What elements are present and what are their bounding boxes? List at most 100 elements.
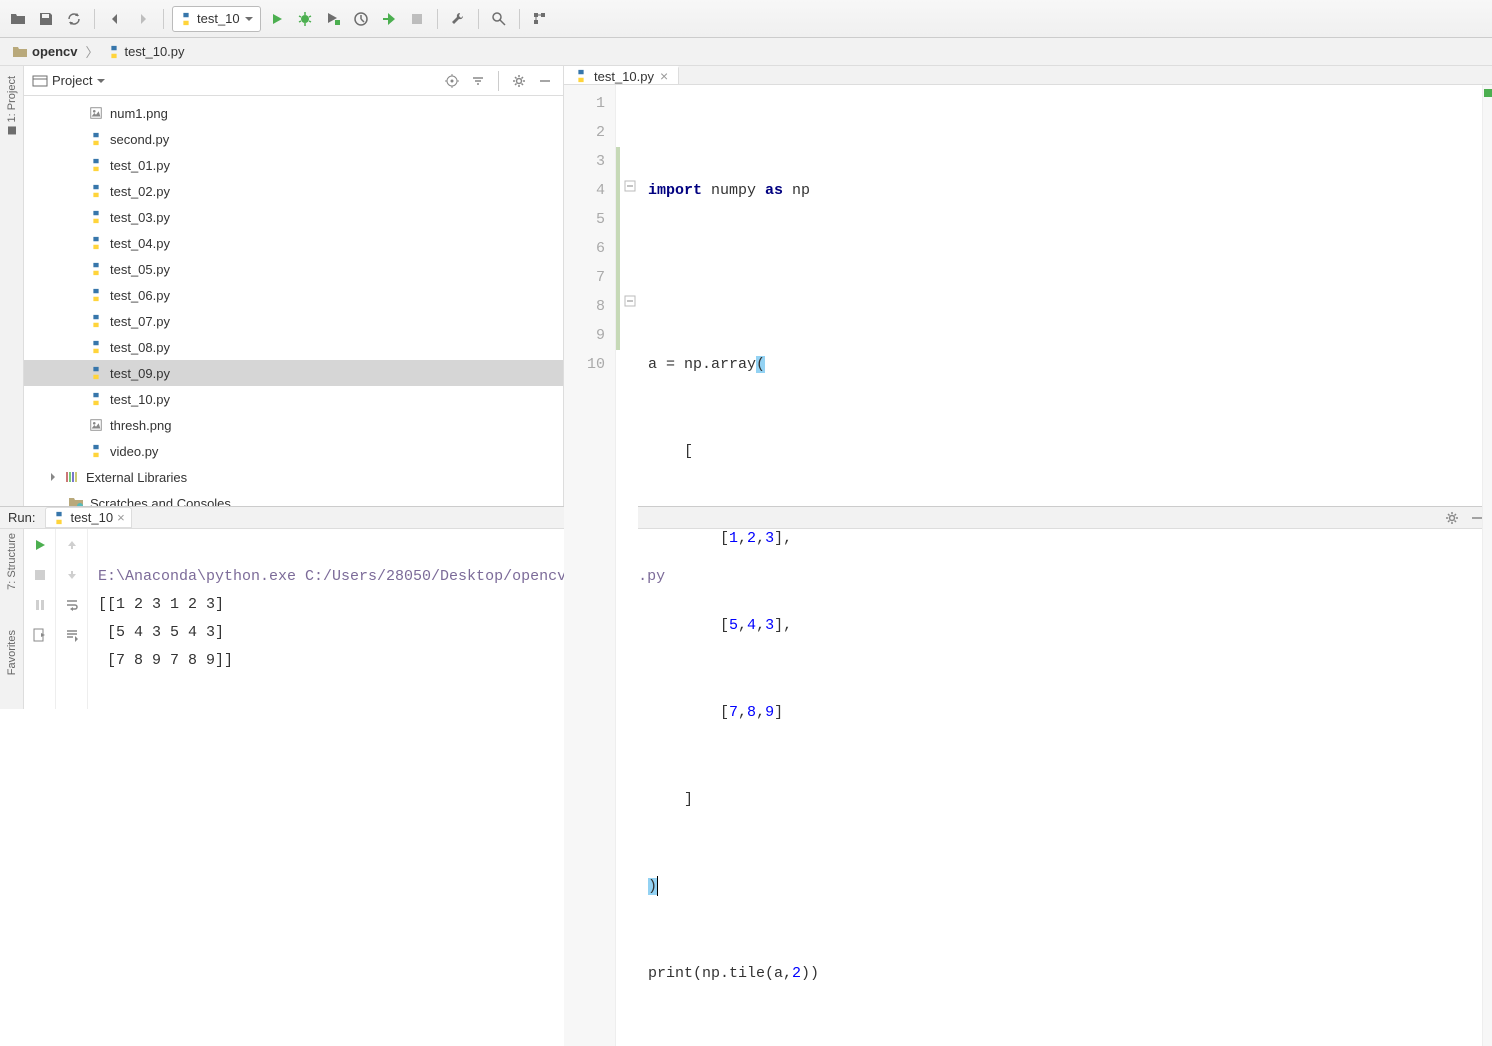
run-icon[interactable] bbox=[265, 7, 289, 31]
tree-file[interactable]: test_07.py bbox=[24, 308, 563, 334]
project-title: Project bbox=[52, 73, 92, 88]
side-tab-favorites[interactable]: Favorites bbox=[6, 630, 18, 675]
python-icon bbox=[88, 235, 104, 251]
code-editor[interactable]: 12345678910 import numpy as np a = np.ar… bbox=[564, 85, 1492, 1046]
tree-file-label: test_06.py bbox=[110, 288, 170, 303]
search-icon[interactable] bbox=[487, 7, 511, 31]
python-icon bbox=[179, 12, 193, 26]
breadcrumb-root[interactable]: opencv bbox=[8, 44, 82, 59]
python-icon bbox=[107, 45, 121, 59]
gutter: 12345678910 bbox=[564, 85, 616, 1046]
tree-external-libraries[interactable]: External Libraries bbox=[24, 464, 563, 490]
close-icon[interactable]: × bbox=[117, 510, 125, 525]
tree-file[interactable]: test_03.py bbox=[24, 204, 563, 230]
tree-file[interactable]: test_09.py bbox=[24, 360, 563, 386]
breadcrumb-file[interactable]: test_10.py bbox=[103, 44, 189, 59]
tree-file-label: test_08.py bbox=[110, 340, 170, 355]
hide-icon[interactable] bbox=[535, 71, 555, 91]
profile-icon[interactable] bbox=[349, 7, 373, 31]
run-controls-secondary bbox=[56, 529, 88, 709]
exit-icon[interactable] bbox=[30, 625, 50, 645]
python-icon bbox=[88, 157, 104, 173]
breadcrumb-file-label: test_10.py bbox=[125, 44, 185, 59]
chevron-down-icon[interactable] bbox=[96, 76, 106, 86]
tree-file[interactable]: test_01.py bbox=[24, 152, 563, 178]
fold-minus-icon[interactable] bbox=[624, 295, 636, 307]
up-icon[interactable] bbox=[62, 535, 82, 555]
project-panel: Project num1.pngsecond.pytest_01.pytest_… bbox=[24, 66, 564, 506]
gear-icon[interactable] bbox=[509, 71, 529, 91]
soft-wrap-icon[interactable] bbox=[62, 595, 82, 615]
tree-file-label: test_09.py bbox=[110, 366, 170, 381]
tree-file-label: test_04.py bbox=[110, 236, 170, 251]
project-icon bbox=[32, 74, 48, 88]
breadcrumb: opencv 〉 test_10.py bbox=[0, 38, 1492, 66]
console-line: [[1 2 3 1 2 3] bbox=[98, 596, 224, 613]
caret bbox=[657, 876, 658, 896]
close-icon[interactable]: × bbox=[660, 68, 668, 84]
tree-file-label: test_07.py bbox=[110, 314, 170, 329]
coverage-icon[interactable] bbox=[321, 7, 345, 31]
tree-file[interactable]: thresh.png bbox=[24, 412, 563, 438]
tree-file-label: thresh.png bbox=[110, 418, 171, 433]
python-icon bbox=[574, 69, 588, 83]
tree-file[interactable]: num1.png bbox=[24, 100, 563, 126]
tree-file[interactable]: test_06.py bbox=[24, 282, 563, 308]
scratches-icon bbox=[68, 496, 84, 506]
run-config-label: test_10 bbox=[197, 11, 240, 26]
tree-file[interactable]: test_05.py bbox=[24, 256, 563, 282]
fold-minus-icon[interactable] bbox=[624, 180, 636, 192]
status-ok-icon bbox=[1484, 89, 1492, 97]
sync-icon[interactable] bbox=[62, 7, 86, 31]
tree-scratches[interactable]: Scratches and Consoles bbox=[24, 490, 563, 506]
tree-file-label: test_05.py bbox=[110, 262, 170, 277]
tree-label: Scratches and Consoles bbox=[90, 496, 231, 507]
attach-icon[interactable] bbox=[377, 7, 401, 31]
console-line: [7 8 9 7 8 9]] bbox=[98, 652, 233, 669]
console-line: [5 4 3 5 4 3] bbox=[98, 624, 224, 641]
folder-icon bbox=[12, 45, 28, 59]
structure-icon[interactable] bbox=[528, 7, 552, 31]
side-tab-project[interactable]: 1: Project bbox=[6, 76, 18, 134]
fold-strip bbox=[622, 85, 638, 1046]
collapse-icon[interactable] bbox=[468, 71, 488, 91]
pause-icon[interactable] bbox=[30, 595, 50, 615]
side-tab-structure[interactable]: 7: Structure bbox=[6, 533, 18, 590]
code-content[interactable]: import numpy as np a = np.array( [ [1,2,… bbox=[638, 85, 1482, 1046]
python-icon bbox=[88, 287, 104, 303]
python-icon bbox=[88, 261, 104, 277]
project-tree[interactable]: num1.pngsecond.pytest_01.pytest_02.pytes… bbox=[24, 96, 563, 506]
python-icon bbox=[88, 443, 104, 459]
tree-file[interactable]: video.py bbox=[24, 438, 563, 464]
breadcrumb-root-label: opencv bbox=[32, 44, 78, 59]
python-icon bbox=[88, 313, 104, 329]
python-icon bbox=[88, 365, 104, 381]
editor-tab-active[interactable]: test_10.py × bbox=[564, 66, 679, 84]
chevron-down-icon bbox=[244, 14, 254, 24]
back-icon[interactable] bbox=[103, 7, 127, 31]
forward-icon[interactable] bbox=[131, 7, 155, 31]
python-icon bbox=[52, 511, 66, 525]
tree-file[interactable]: test_02.py bbox=[24, 178, 563, 204]
rerun-icon[interactable] bbox=[30, 535, 50, 555]
tree-file[interactable]: test_10.py bbox=[24, 386, 563, 412]
locate-icon[interactable] bbox=[442, 71, 462, 91]
tree-file-label: test_03.py bbox=[110, 210, 170, 225]
error-strip[interactable] bbox=[1482, 85, 1492, 1046]
down-icon[interactable] bbox=[62, 565, 82, 585]
wrench-icon[interactable] bbox=[446, 7, 470, 31]
open-icon[interactable] bbox=[6, 7, 30, 31]
stop-icon[interactable] bbox=[405, 7, 429, 31]
tree-file[interactable]: second.py bbox=[24, 126, 563, 152]
run-tab-label: test_10 bbox=[70, 510, 113, 525]
scroll-end-icon[interactable] bbox=[62, 625, 82, 645]
tree-file[interactable]: test_08.py bbox=[24, 334, 563, 360]
tree-file[interactable]: test_04.py bbox=[24, 230, 563, 256]
library-icon bbox=[64, 470, 80, 484]
save-icon[interactable] bbox=[34, 7, 58, 31]
python-icon bbox=[88, 339, 104, 355]
run-tab[interactable]: test_10 × bbox=[45, 507, 131, 528]
debug-icon[interactable] bbox=[293, 7, 317, 31]
run-config-combo[interactable]: test_10 bbox=[172, 6, 261, 32]
stop-icon[interactable] bbox=[30, 565, 50, 585]
